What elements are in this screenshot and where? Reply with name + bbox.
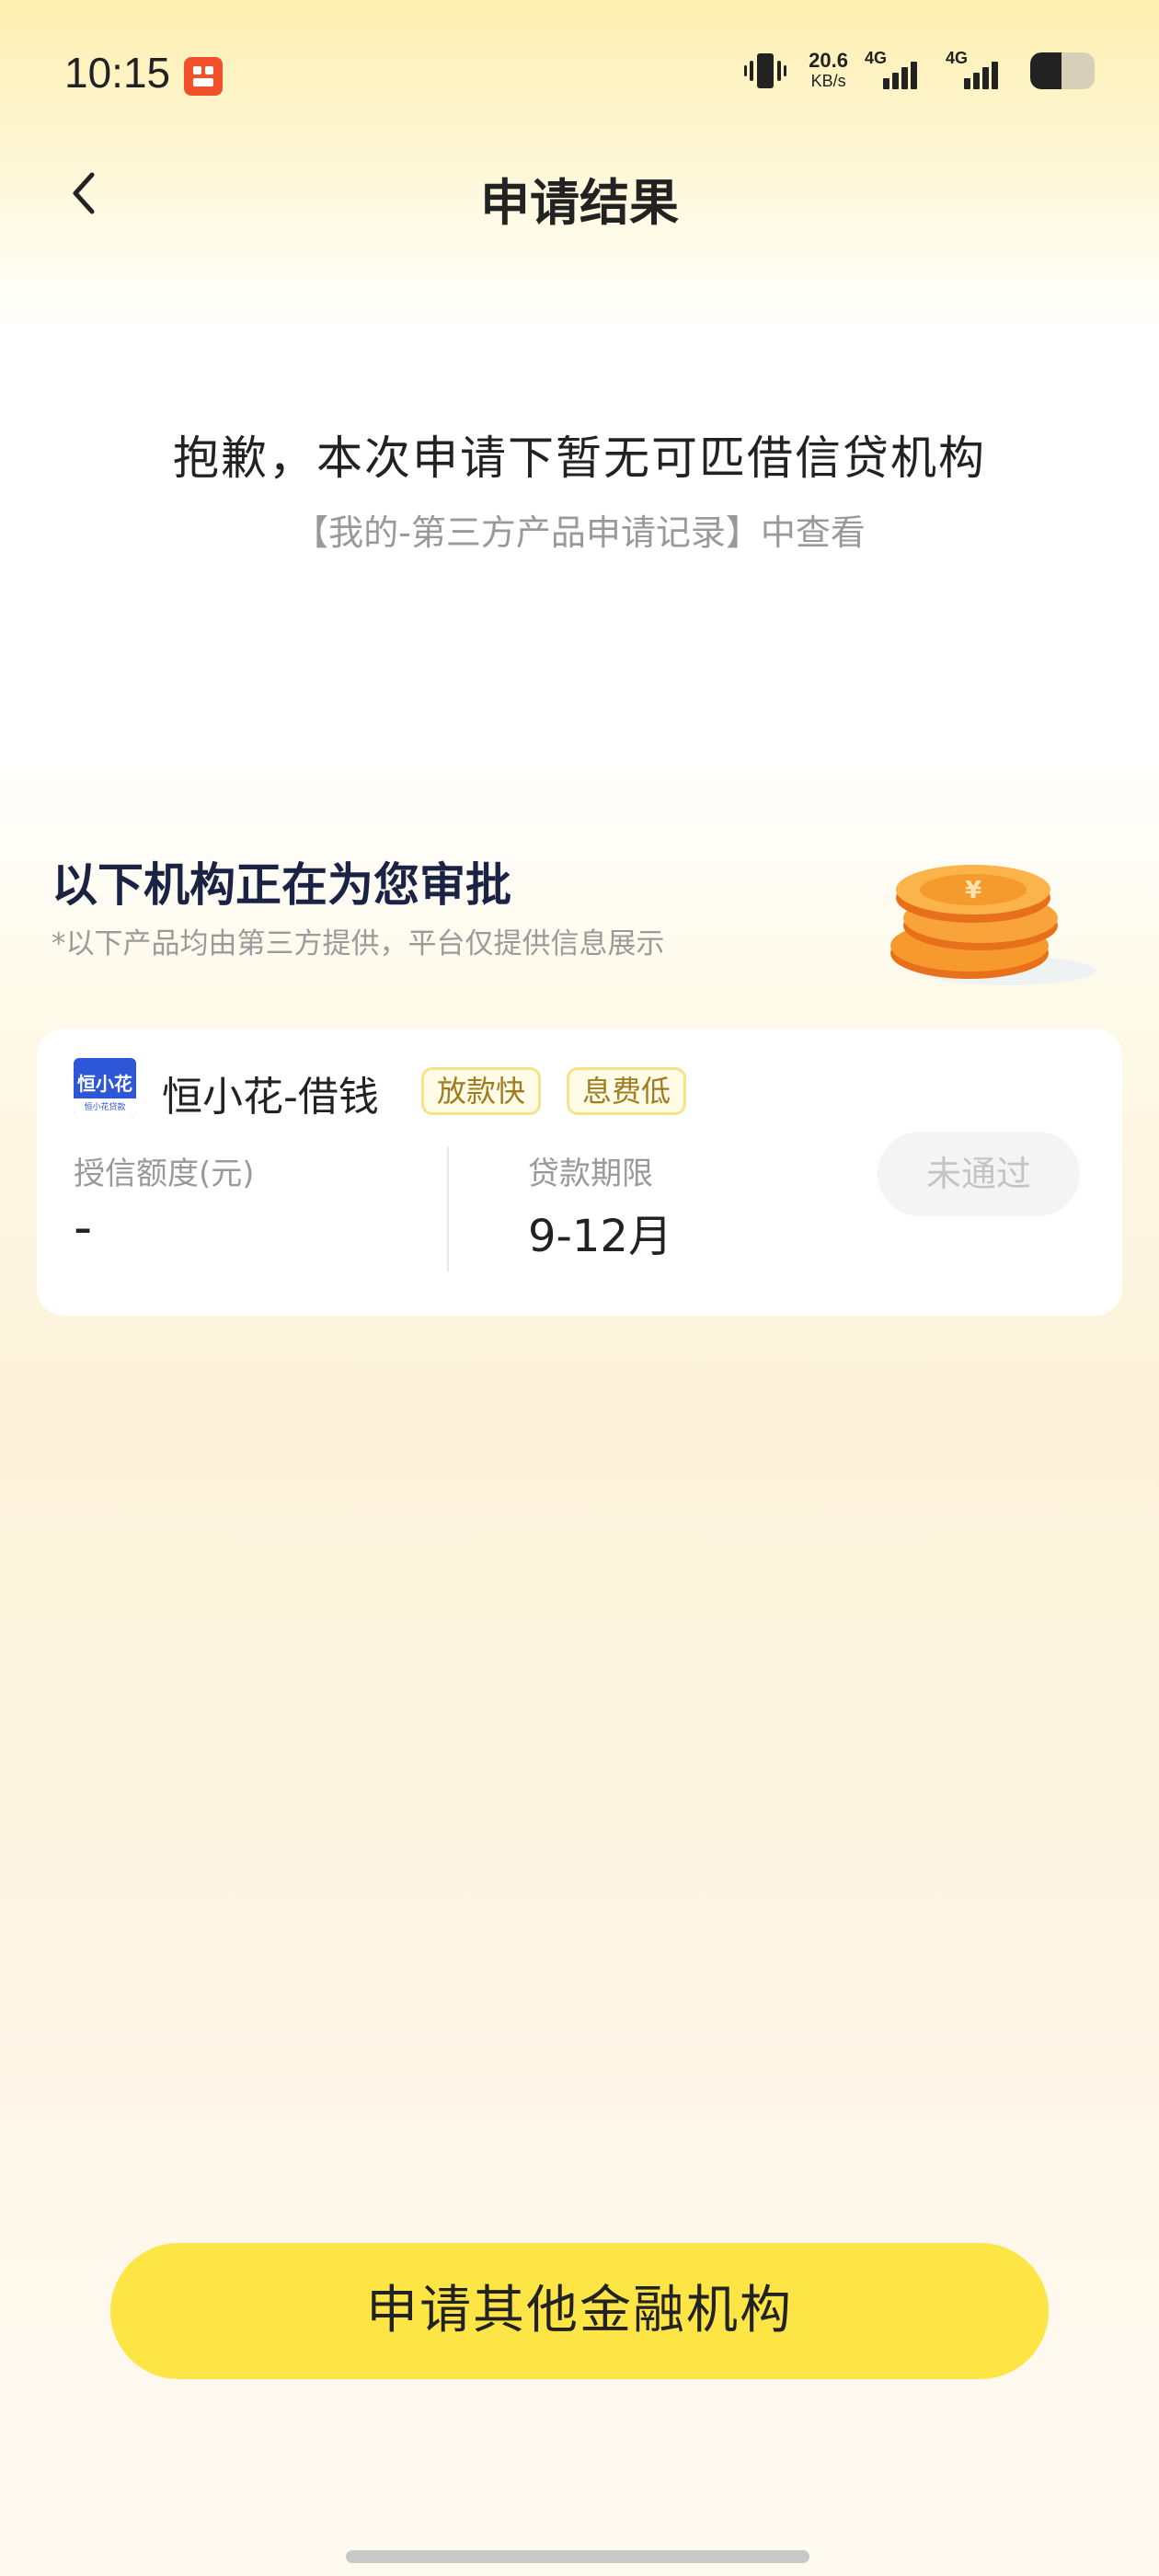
status-button-rejected[interactable]: 未通过 [878, 1132, 1080, 1216]
credit-limit-label: 授信额度(元) [74, 1156, 255, 1192]
result-hint: 【我的-第三方产品申请记录】中查看 [293, 512, 866, 553]
signal-strength-icon: 4G [865, 49, 929, 89]
signal-2-label: 4G [946, 49, 969, 67]
apply-other-institutions-button[interactable]: 申请其他金融机构 [110, 2243, 1049, 2379]
product-logo-text: 恒小花 [77, 1073, 132, 1095]
section-disclaimer: *以下产品均由第三方提供，平台仅提供信息展示 [52, 927, 665, 960]
status-indicators: 20.6 KB/s 4G 4G [742, 49, 1095, 92]
status-time: 10:15 [64, 49, 171, 97]
svg-text:¥: ¥ [965, 877, 981, 904]
product-name: 恒小花-借钱 [162, 1074, 379, 1121]
loan-term-label: 贷款期限 [528, 1156, 653, 1192]
credit-limit-value: - [74, 1198, 93, 1258]
card-divider [447, 1146, 449, 1271]
product-tag: 放款快 [421, 1067, 542, 1115]
network-speed-unit: KB/s [810, 72, 846, 90]
home-indicator[interactable] [346, 2550, 809, 2563]
coins-icon: ¥ [890, 865, 1096, 985]
network-speed: 20.6 KB/s [809, 51, 848, 91]
product-logo-subtext: 恒小花贷款 [74, 1098, 136, 1117]
battery-icon [1030, 52, 1095, 89]
product-logo: 恒小花 恒小花贷款 [74, 1058, 136, 1117]
result-headline: 抱歉，本次申请下暂无可匹借信贷机构 [173, 431, 986, 485]
signal-1-label: 4G [865, 49, 888, 67]
signal-strength-icon-2: 4G [946, 49, 1010, 89]
page-title: 申请结果 [480, 174, 679, 232]
vibrate-icon [744, 53, 787, 88]
app-notification-icon [184, 57, 223, 96]
network-speed-value: 20.6 [809, 49, 848, 72]
loan-term-value: 9-12月 [528, 1211, 672, 1262]
product-tag: 息费低 [567, 1067, 687, 1115]
section-title: 以下机构正在为您审批 [52, 858, 511, 912]
